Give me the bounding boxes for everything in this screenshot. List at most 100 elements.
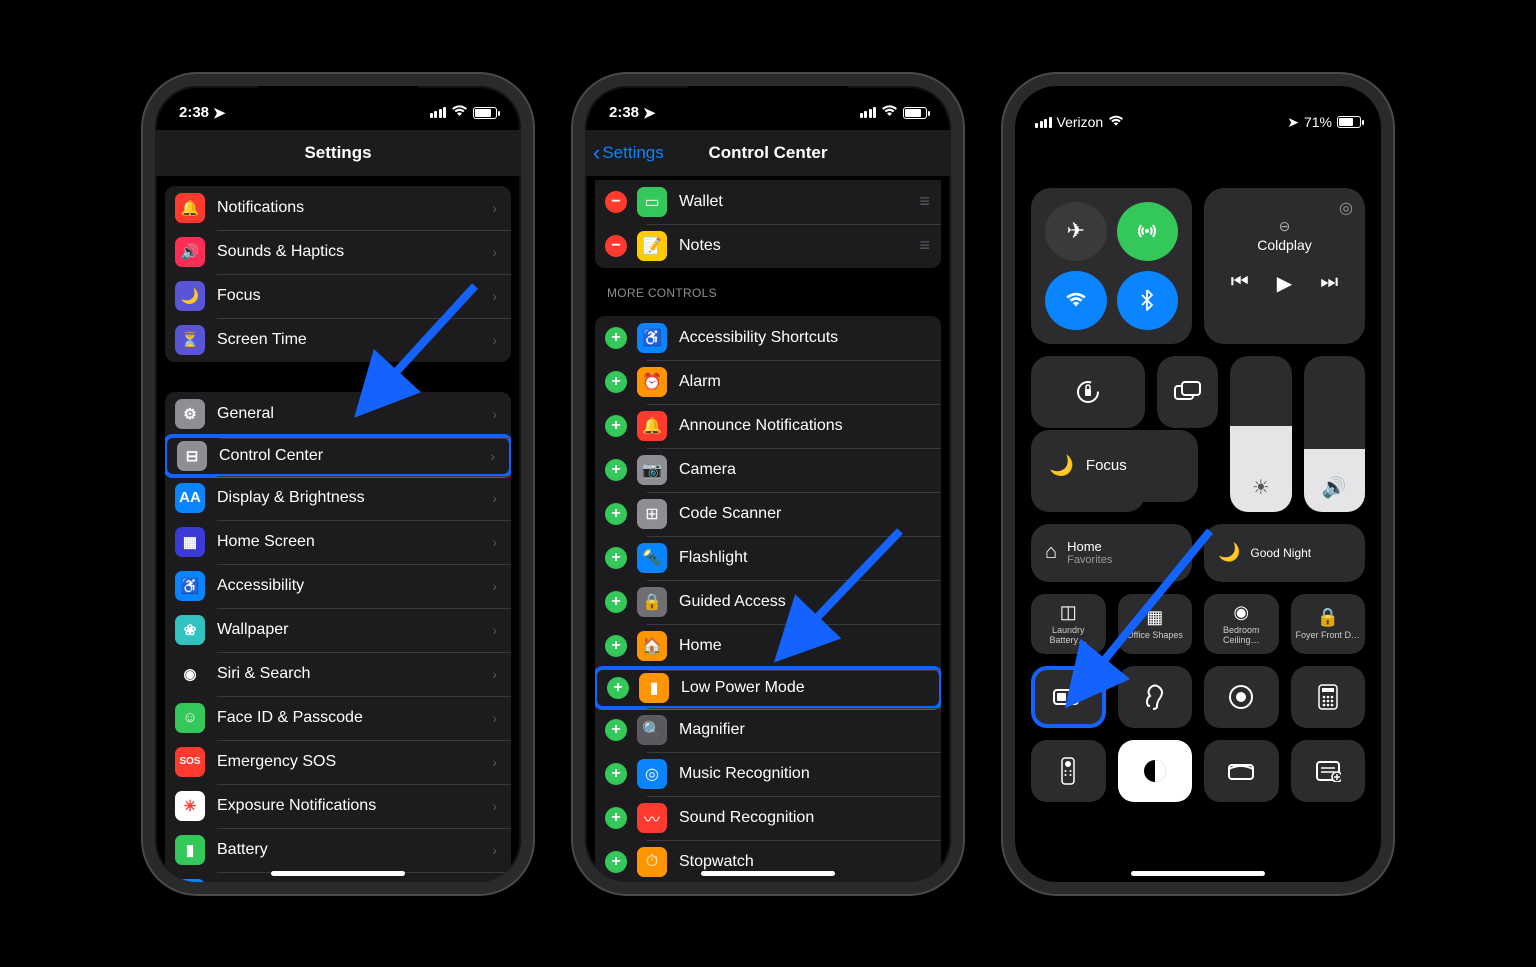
settings-row[interactable]: ⊟ Control Center › [165, 434, 511, 478]
add-button[interactable]: + [605, 591, 627, 613]
more-control-row[interactable]: + ⏰ Alarm [595, 360, 941, 404]
row-icon: 🔔 [637, 411, 667, 441]
row-label: Home Screen [217, 533, 492, 551]
row-icon: ◉ [175, 659, 205, 689]
shortcut-tile[interactable]: ◫Laundry Battery… [1031, 594, 1106, 654]
prev-button[interactable]: ⏮ [1231, 271, 1249, 296]
settings-row[interactable]: SOS Emergency SOS › [165, 740, 511, 784]
notch [688, 86, 848, 116]
row-label: Sounds & Haptics [217, 243, 492, 261]
calculator-button[interactable] [1291, 666, 1366, 728]
more-control-row[interactable]: + 🏠 Home [595, 624, 941, 668]
more-control-row[interactable]: + ⊞ Code Scanner [595, 492, 941, 536]
remote-button[interactable] [1031, 740, 1106, 802]
home-tile[interactable]: ⌂ Home Favorites [1031, 524, 1192, 582]
add-button[interactable]: + [605, 807, 627, 829]
add-button[interactable]: + [605, 547, 627, 569]
shortcut-tile[interactable]: ▦Office Shapes [1118, 594, 1193, 654]
add-button[interactable]: + [607, 677, 629, 699]
more-control-row[interactable]: + ♿ Accessibility Shortcuts [595, 316, 941, 360]
row-label: Flashlight [679, 549, 927, 567]
wallet-button[interactable] [1204, 740, 1279, 802]
settings-row[interactable]: ▮ Battery › [165, 828, 511, 872]
next-button[interactable]: ⏭ [1320, 271, 1338, 296]
included-control-row[interactable]: − ▭ Wallet ≡ [595, 180, 941, 224]
shortcut-tile[interactable]: 🔒Foyer Front D… [1291, 594, 1366, 654]
more-control-row[interactable]: + 🔒 Guided Access [595, 580, 941, 624]
hearing-button[interactable] [1118, 666, 1193, 728]
included-control-row[interactable]: − 📝 Notes ≡ [595, 224, 941, 268]
settings-row[interactable]: ♿ Accessibility › [165, 564, 511, 608]
drag-handle-icon[interactable]: ≡ [919, 235, 927, 256]
add-button[interactable]: + [605, 503, 627, 525]
add-button[interactable]: + [605, 459, 627, 481]
cellular-button[interactable] [1117, 202, 1179, 261]
orientation-lock-button[interactable] [1031, 356, 1145, 428]
settings-row[interactable]: 🔔 Notifications › [165, 186, 511, 230]
screen-mirroring-button[interactable] [1157, 356, 1218, 428]
row-icon: ♿ [175, 571, 205, 601]
row-label: Wallpaper [217, 621, 492, 639]
brightness-slider[interactable]: ☀ [1230, 356, 1291, 512]
add-button[interactable]: + [605, 763, 627, 785]
shortcut-tile[interactable]: ◉Bedroom Ceiling… [1204, 594, 1279, 654]
quick-note-button[interactable] [1291, 740, 1366, 802]
add-button[interactable]: + [605, 371, 627, 393]
settings-row[interactable]: ⏳ Screen Time › [165, 318, 511, 362]
cellular-icon [860, 107, 877, 118]
shortcut-icon: ◫ [1060, 602, 1077, 623]
settings-row[interactable]: ◉ Siri & Search › [165, 652, 511, 696]
screen-record-button[interactable] [1204, 666, 1279, 728]
row-label: Screen Time [217, 331, 492, 349]
row-icon: 🔦 [637, 543, 667, 573]
add-button[interactable]: + [605, 851, 627, 873]
volume-slider[interactable]: 🔊 [1304, 356, 1365, 512]
shortcut-label: Bedroom Ceiling… [1208, 625, 1275, 645]
settings-row[interactable]: ☺ Face ID & Passcode › [165, 696, 511, 740]
airplay-icon[interactable]: ◎ [1339, 198, 1353, 218]
row-icon: 📷 [637, 455, 667, 485]
scene-tile[interactable]: 🌙 Good Night [1204, 524, 1365, 582]
row-label: General [217, 405, 492, 423]
wifi-button[interactable] [1045, 271, 1107, 330]
media-tile[interactable]: ◎ ⊖ Coldplay ⏮ ▶ ⏭ [1204, 188, 1365, 344]
more-control-row[interactable]: + ◎ Music Recognition [595, 752, 941, 796]
back-button[interactable]: ‹ Settings [593, 140, 664, 166]
connectivity-tile[interactable]: ✈ [1031, 188, 1192, 344]
chevron-right-icon: › [492, 798, 497, 814]
drag-handle-icon[interactable]: ≡ [919, 191, 927, 212]
row-label: Exposure Notifications [217, 797, 492, 815]
more-control-row[interactable]: + ▮ Low Power Mode [595, 666, 941, 710]
add-button[interactable]: + [605, 415, 627, 437]
page-title: Settings [304, 143, 371, 163]
remove-button[interactable]: − [605, 235, 627, 257]
focus-button[interactable]: 🌙 Focus [1031, 430, 1198, 502]
more-control-row[interactable]: + 〰 Sound Recognition [595, 796, 941, 840]
bluetooth-button[interactable] [1117, 271, 1179, 330]
settings-row[interactable]: ❀ Wallpaper › [165, 608, 511, 652]
add-button[interactable]: + [605, 635, 627, 657]
settings-row[interactable]: 🌙 Focus › [165, 274, 511, 318]
more-control-row[interactable]: + 🔦 Flashlight [595, 536, 941, 580]
add-button[interactable]: + [605, 327, 627, 349]
remove-button[interactable]: − [605, 191, 627, 213]
airplane-button[interactable]: ✈ [1045, 202, 1107, 261]
dark-mode-button[interactable] [1118, 740, 1193, 802]
row-label: Code Scanner [679, 505, 927, 523]
more-control-row[interactable]: + 📷 Camera [595, 448, 941, 492]
more-control-row[interactable]: + 🔔 Announce Notifications [595, 404, 941, 448]
battery-pct: 71% [1304, 114, 1332, 130]
settings-row[interactable]: ✳ Exposure Notifications › [165, 784, 511, 828]
more-control-row[interactable]: + 🔍 Magnifier [595, 708, 941, 752]
brightness-icon: ☀ [1252, 475, 1270, 500]
settings-row[interactable]: AA Display & Brightness › [165, 476, 511, 520]
settings-row[interactable]: ⚙ General › [165, 392, 511, 436]
moon-icon: 🌙 [1049, 453, 1074, 478]
row-icon: ◎ [637, 759, 667, 789]
settings-row[interactable]: ▦ Home Screen › [165, 520, 511, 564]
settings-row[interactable]: 🔊 Sounds & Haptics › [165, 230, 511, 274]
add-button[interactable]: + [605, 719, 627, 741]
low-power-mode-button[interactable] [1031, 666, 1106, 728]
play-button[interactable]: ▶ [1277, 271, 1292, 296]
shortcut-icon: ▦ [1146, 607, 1163, 628]
